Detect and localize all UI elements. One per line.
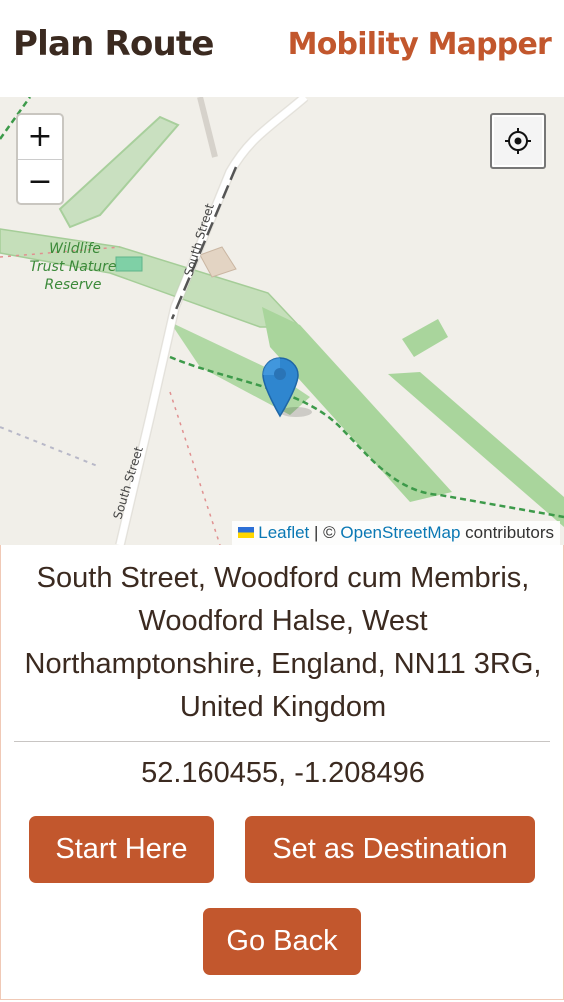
app-header: Plan Route Mobility Mapper (0, 0, 564, 97)
go-back-button[interactable]: Go Back (203, 908, 361, 975)
boundary-3 (0, 426, 101, 468)
boundary-2 (169, 391, 221, 545)
map-pin-icon[interactable] (262, 356, 322, 420)
building-2 (199, 246, 237, 278)
attribution-suffix: contributors (465, 523, 554, 542)
reserve-patch (402, 319, 448, 357)
start-here-button[interactable]: Start Here (29, 816, 214, 883)
reserve-label-1: Wildlife (49, 241, 101, 257)
reserve-band-east (388, 372, 564, 527)
osm-link[interactable]: OpenStreetMap (340, 523, 460, 542)
address-line: United Kingdom (179, 691, 387, 723)
address-line: Northamptonshire, England, NN11 3RG, (24, 648, 542, 680)
set-destination-button[interactable]: Set as Destination (245, 816, 535, 883)
zoom-control: + − (16, 113, 64, 205)
locate-me-button[interactable] (490, 113, 546, 169)
leaflet-link[interactable]: Leaflet (258, 523, 309, 542)
zoom-out-button[interactable]: − (18, 160, 62, 203)
building (115, 256, 143, 272)
attribution-separator: | © (314, 523, 336, 542)
map-attribution: Leaflet | © OpenStreetMap contributors (232, 521, 560, 545)
address-line: Woodford Halse, West (138, 605, 428, 637)
map-tiles: Wildlife Trust Nature Reserve South Stre… (0, 97, 564, 545)
address-text: South Street, Woodford cum Membris, Wood… (11, 557, 555, 729)
location-panel: South Street, Woodford cum Membris, Wood… (0, 545, 564, 1000)
track (197, 97, 218, 158)
brand-logo-text[interactable]: Mobility Mapper (288, 27, 552, 62)
crosshair-icon (505, 128, 531, 154)
coordinates-text: 52.160455, -1.208496 (141, 757, 425, 789)
reserve-area-north (58, 115, 180, 229)
divider (14, 741, 550, 742)
ukraine-flag-icon (238, 527, 255, 539)
address-line: South Street, Woodford cum Membris, (36, 562, 530, 594)
page-title: Plan Route (13, 24, 214, 64)
zoom-in-button[interactable]: + (18, 115, 62, 160)
reserve-label-3: Reserve (45, 277, 102, 293)
map-view[interactable]: Wildlife Trust Nature Reserve South Stre… (0, 97, 564, 545)
reserve-label-2: Trust Nature (29, 259, 116, 275)
